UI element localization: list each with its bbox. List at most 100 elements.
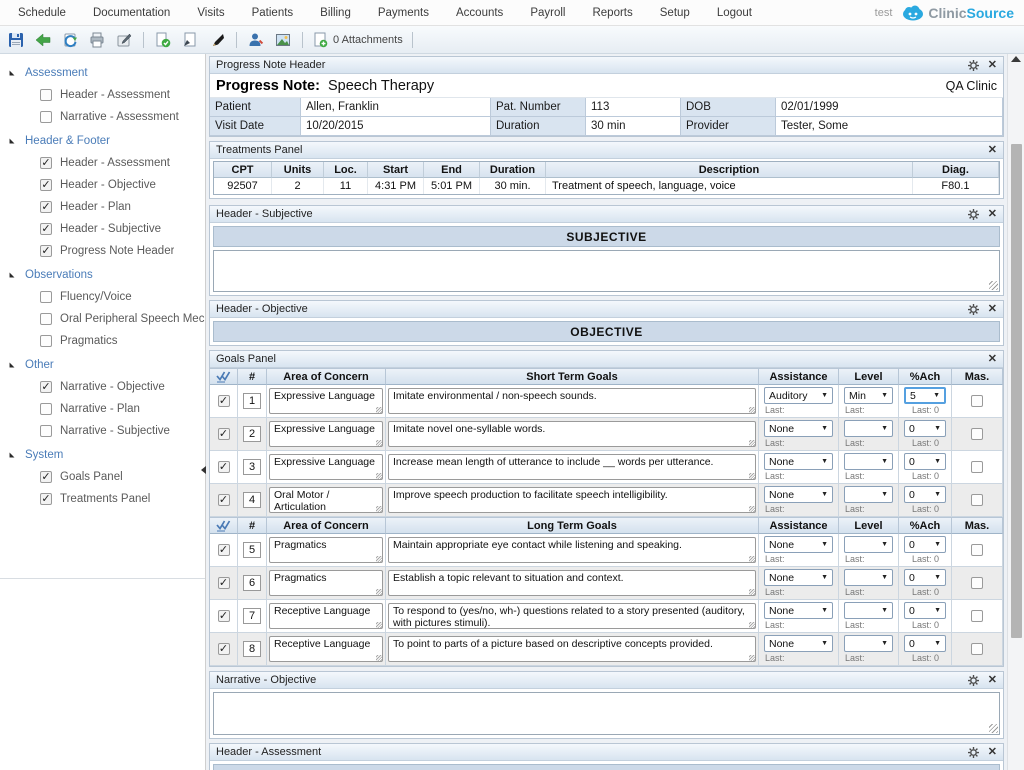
tree-section-header[interactable]: System	[0, 444, 205, 466]
goal-include-checkbox[interactable]: ✓	[218, 544, 230, 556]
goal-include-checkbox[interactable]: ✓	[218, 610, 230, 622]
tree-item-checkbox[interactable]	[40, 403, 52, 415]
print-icon[interactable]	[87, 30, 107, 50]
menu-item-setup[interactable]: Setup	[660, 7, 690, 19]
assistance-select[interactable]: Auditory▼	[764, 387, 833, 404]
goal-number-input[interactable]: 4	[243, 492, 261, 508]
tree-item-checkbox[interactable]: ✓	[40, 157, 52, 169]
tree-section-header[interactable]: Other	[0, 354, 205, 376]
mastered-checkbox[interactable]	[971, 544, 983, 556]
goal-text-input[interactable]: To point to parts of a picture based on …	[388, 636, 756, 662]
area-of-concern-input[interactable]: Expressive Language	[269, 388, 383, 414]
menu-item-visits[interactable]: Visits	[197, 7, 224, 19]
goal-text-input[interactable]: Imitate novel one-syllable words.	[388, 421, 756, 447]
tree-item-checkbox[interactable]	[40, 335, 52, 347]
level-select[interactable]: ▼	[844, 569, 893, 586]
scrollbar-thumb[interactable]	[1011, 144, 1022, 638]
tree-item-checkbox[interactable]	[40, 89, 52, 101]
tree-expand-icon[interactable]	[10, 139, 15, 144]
select-all-icon[interactable]	[216, 519, 231, 532]
goal-number-input[interactable]: 2	[243, 426, 261, 442]
tree-expand-icon[interactable]	[10, 71, 15, 76]
percent-achieved-select[interactable]: 0▼	[904, 569, 946, 586]
tree-item-checkbox[interactable]: ✓	[40, 245, 52, 257]
close-icon[interactable]: ✕	[988, 675, 997, 686]
goal-number-input[interactable]: 8	[243, 641, 261, 657]
tree-item-checkbox[interactable]: ✓	[40, 223, 52, 235]
sidebar-item-treatments-panel[interactable]: ✓Treatments Panel	[0, 488, 205, 510]
close-icon[interactable]: ✕	[988, 354, 997, 365]
tree-section-header[interactable]: Header & Footer	[0, 130, 205, 152]
mastered-checkbox[interactable]	[971, 461, 983, 473]
document-check-icon[interactable]	[153, 30, 173, 50]
pen-icon[interactable]	[207, 30, 227, 50]
level-select[interactable]: ▼	[844, 486, 893, 503]
tree-item-checkbox[interactable]: ✓	[40, 201, 52, 213]
tree-item-checkbox[interactable]: ✓	[40, 493, 52, 505]
document-export-icon[interactable]	[180, 30, 200, 50]
sign-icon[interactable]	[114, 30, 134, 50]
mastered-checkbox[interactable]	[971, 643, 983, 655]
tree-section-header[interactable]: Observations	[0, 264, 205, 286]
mastered-checkbox[interactable]	[971, 610, 983, 622]
narrative-objective-textarea[interactable]	[213, 692, 1000, 735]
goal-text-input[interactable]: Improve speech production to facilitate …	[388, 487, 756, 513]
percent-achieved-select[interactable]: 0▼	[904, 453, 946, 470]
gear-icon[interactable]	[968, 304, 979, 315]
select-all-icon[interactable]	[216, 370, 231, 383]
percent-achieved-select[interactable]: 0▼	[904, 602, 946, 619]
menu-item-documentation[interactable]: Documentation	[93, 7, 170, 19]
scroll-up-icon[interactable]	[1011, 56, 1021, 62]
goal-include-checkbox[interactable]: ✓	[218, 643, 230, 655]
level-select[interactable]: ▼	[844, 635, 893, 652]
goal-include-checkbox[interactable]: ✓	[218, 577, 230, 589]
tree-item-checkbox[interactable]: ✓	[40, 471, 52, 483]
goal-include-checkbox[interactable]: ✓	[218, 461, 230, 473]
sidebar-item-header-plan[interactable]: ✓Header - Plan	[0, 196, 205, 218]
menu-item-accounts[interactable]: Accounts	[456, 7, 503, 19]
patient-icon[interactable]	[246, 30, 266, 50]
sidebar-item-header-assessment[interactable]: Header - Assessment	[0, 84, 205, 106]
goal-text-input[interactable]: Imitate environmental / non-speech sound…	[388, 388, 756, 414]
tree-item-checkbox[interactable]	[40, 425, 52, 437]
menu-item-payroll[interactable]: Payroll	[530, 7, 565, 19]
goal-number-input[interactable]: 1	[243, 393, 261, 409]
goal-number-input[interactable]: 6	[243, 575, 261, 591]
percent-achieved-select[interactable]: 5▼	[904, 387, 946, 404]
percent-achieved-select[interactable]: 0▼	[904, 635, 946, 652]
subjective-textarea[interactable]	[213, 250, 1000, 292]
assistance-select[interactable]: None▼	[764, 453, 833, 470]
goal-number-input[interactable]: 7	[243, 608, 261, 624]
tree-expand-icon[interactable]	[10, 363, 15, 368]
percent-achieved-select[interactable]: 0▼	[904, 486, 946, 503]
tree-item-checkbox[interactable]	[40, 291, 52, 303]
sidebar-item-header-assessment[interactable]: ✓Header - Assessment	[0, 152, 205, 174]
level-select[interactable]: ▼	[844, 420, 893, 437]
gear-icon[interactable]	[968, 209, 979, 220]
mastered-checkbox[interactable]	[971, 577, 983, 589]
goal-text-input[interactable]: To respond to (yes/no, wh-) questions re…	[388, 603, 756, 629]
sidebar-item-fluency-voice[interactable]: Fluency/Voice	[0, 286, 205, 308]
area-of-concern-input[interactable]: Expressive Language	[269, 454, 383, 480]
close-icon[interactable]: ✕	[988, 209, 997, 220]
goal-text-input[interactable]: Establish a topic relevant to situation …	[388, 570, 756, 596]
mastered-checkbox[interactable]	[971, 428, 983, 440]
sidebar-item-header-subjective[interactable]: ✓Header - Subjective	[0, 218, 205, 240]
area-of-concern-input[interactable]: Receptive Language	[269, 636, 383, 662]
area-of-concern-input[interactable]: Pragmatics	[269, 537, 383, 563]
assistance-select[interactable]: None▼	[764, 536, 833, 553]
back-icon[interactable]	[33, 30, 53, 50]
goal-include-checkbox[interactable]: ✓	[218, 395, 230, 407]
sidebar-item-narrative-assessment[interactable]: Narrative - Assessment	[0, 106, 205, 128]
splitter-collapse-icon[interactable]	[201, 466, 206, 474]
goal-include-checkbox[interactable]: ✓	[218, 428, 230, 440]
close-icon[interactable]: ✕	[988, 145, 997, 156]
tree-item-checkbox[interactable]	[40, 111, 52, 123]
refresh-icon[interactable]	[60, 30, 80, 50]
tree-item-checkbox[interactable]: ✓	[40, 381, 52, 393]
tree-item-checkbox[interactable]: ✓	[40, 179, 52, 191]
area-of-concern-input[interactable]: Receptive Language	[269, 603, 383, 629]
level-select[interactable]: ▼	[844, 602, 893, 619]
close-icon[interactable]: ✕	[988, 60, 997, 71]
percent-achieved-select[interactable]: 0▼	[904, 420, 946, 437]
